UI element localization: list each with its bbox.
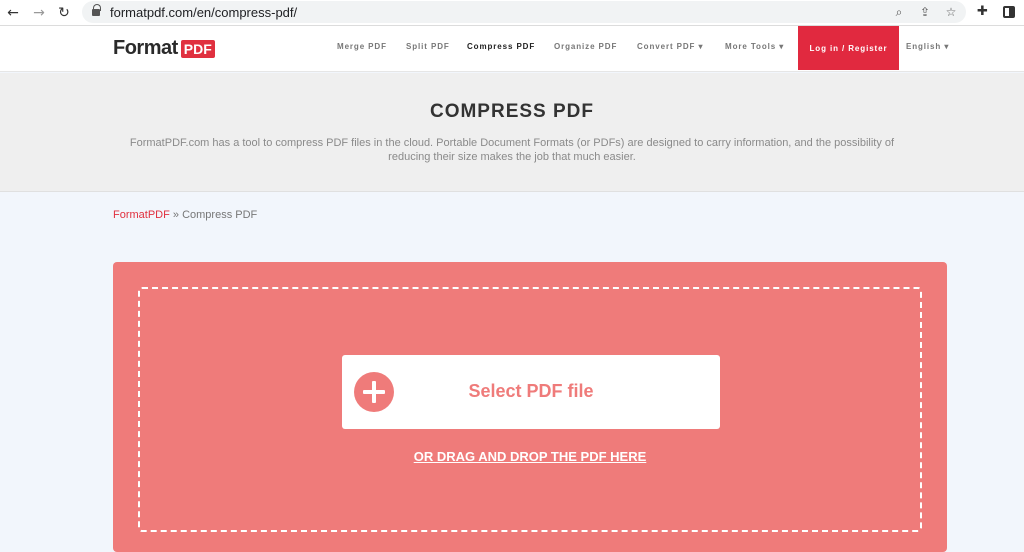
extensions-puzzle-icon[interactable]: ✚ bbox=[977, 4, 988, 19]
share-icon[interactable]: ⇪ bbox=[916, 3, 934, 21]
drop-zone[interactable]: Select PDF file OR DRAG AND DROP THE PDF… bbox=[138, 287, 922, 532]
breadcrumb: FormatPDF » Compress PDF bbox=[113, 209, 257, 221]
nav-merge-pdf[interactable]: Merge PDF bbox=[337, 42, 387, 51]
drag-drop-link[interactable]: OR DRAG AND DROP THE PDF HERE bbox=[140, 449, 920, 464]
forward-arrow-icon[interactable]: → bbox=[30, 4, 48, 22]
zoom-icon[interactable]: ⌕ bbox=[890, 3, 908, 21]
select-pdf-label: Select PDF file bbox=[468, 381, 594, 401]
url-text[interactable]: formatpdf.com/en/compress-pdf/ bbox=[110, 5, 297, 20]
language-selector[interactable]: English ▾ bbox=[906, 42, 949, 51]
login-register-button[interactable]: Log in / Register bbox=[798, 26, 899, 70]
nav-organize-pdf[interactable]: Organize PDF bbox=[554, 42, 617, 51]
hero-section: COMPRESS PDF FormatPDF.com has a tool to… bbox=[0, 73, 1024, 192]
nav-convert-pdf[interactable]: Convert PDF ▾ bbox=[637, 42, 703, 51]
back-arrow-icon[interactable]: ← bbox=[4, 4, 22, 22]
browser-toolbar: ← → ↻ formatpdf.com/en/compress-pdf/ ⌕ ⇪… bbox=[0, 0, 1024, 26]
breadcrumb-current: Compress PDF bbox=[182, 209, 258, 221]
nav-more-tools[interactable]: More Tools ▾ bbox=[725, 42, 784, 51]
upload-panel: Select PDF file OR DRAG AND DROP THE PDF… bbox=[113, 262, 947, 552]
breadcrumb-home-link[interactable]: FormatPDF bbox=[113, 209, 170, 221]
nav-compress-pdf[interactable]: Compress PDF bbox=[467, 42, 535, 51]
select-pdf-button[interactable]: Select PDF file bbox=[342, 355, 720, 429]
main-nav: Merge PDF Split PDF Compress PDF Organiz… bbox=[0, 26, 1024, 72]
bookmark-star-icon[interactable]: ☆ bbox=[942, 3, 960, 21]
address-bar[interactable]: formatpdf.com/en/compress-pdf/ ⌕ ⇪ ☆ bbox=[82, 1, 966, 23]
reload-icon[interactable]: ↻ bbox=[55, 4, 73, 22]
nav-split-pdf[interactable]: Split PDF bbox=[406, 42, 450, 51]
lock-icon[interactable] bbox=[92, 3, 101, 17]
breadcrumb-separator: » bbox=[169, 209, 183, 221]
page-description: FormatPDF.com has a tool to compress PDF… bbox=[129, 137, 895, 163]
page-title: COMPRESS PDF bbox=[429, 101, 595, 122]
side-panel-icon[interactable] bbox=[1003, 6, 1015, 18]
site-header: Format PDF Merge PDF Split PDF Compress … bbox=[0, 26, 1024, 72]
